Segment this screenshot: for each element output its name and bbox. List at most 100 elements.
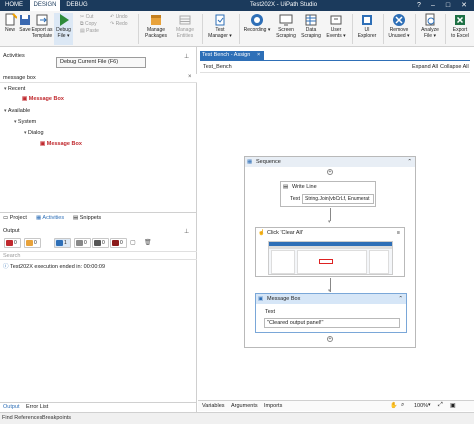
analyze-file-icon [425, 13, 435, 26]
tab-project[interactable]: ▭ Project [3, 215, 27, 221]
undo-button[interactable]: ↶ Undo [110, 14, 128, 20]
analyze-file-button[interactable]: Analyze File ▾ [418, 13, 442, 39]
errors-filter[interactable]: 0 [4, 238, 21, 248]
write-line-text-input[interactable]: String.Join(vbCrLf, Enumerat [302, 194, 374, 204]
fatal-icon [112, 240, 119, 246]
tab-design[interactable]: DESIGN [30, 0, 60, 11]
export-excel-button[interactable]: Export to Excel [447, 13, 473, 39]
verbose-filter[interactable]: 0 [92, 238, 109, 248]
minimize-button[interactable]: – [426, 0, 440, 11]
tab-variables[interactable]: Variables [202, 403, 225, 409]
collapse-icon[interactable]: ⌃ [398, 294, 403, 304]
paste-button[interactable]: ▤ Paste [80, 28, 99, 34]
output-search-input[interactable]: Search [3, 253, 20, 259]
help-icon[interactable]: ? [412, 0, 426, 11]
tree-dialog-message-box[interactable]: ▣ Message Box [40, 141, 82, 147]
screenshot-target-highlight [319, 259, 333, 264]
output-search[interactable]: Search [0, 251, 197, 260]
manage-packages-button[interactable]: Manage Packages [141, 13, 171, 39]
screen-scraping-icon [279, 14, 293, 26]
maximize-button[interactable]: □ [441, 0, 455, 11]
cut-label: Cut [85, 14, 94, 20]
tab-imports[interactable]: Imports [264, 403, 282, 409]
message-box-text-input[interactable]: "Cleared output panel!" [264, 318, 400, 328]
warnings-filter[interactable]: 0 [24, 238, 41, 248]
click-activity[interactable]: ☝ Click 'Clear All' ≡ [255, 227, 405, 277]
close-button[interactable]: ✕ [457, 0, 471, 11]
pan-hand-icon[interactable]: ✋ [390, 402, 397, 409]
tab-snippets[interactable]: ▤ Snippets [73, 215, 101, 221]
tab-output[interactable]: Output [3, 404, 20, 410]
clear-all-icon[interactable]: 🗑 [144, 239, 152, 246]
clear-search-icon[interactable]: × [188, 74, 192, 80]
document-tab[interactable]: Test Bench - Assign × [200, 51, 264, 60]
tree-recent-message-box[interactable]: ▣ Message Box [22, 96, 64, 102]
log-line[interactable]: ⓘ Test202X execution ended in: 00:00:09 [3, 262, 105, 270]
debug-file-button[interactable]: Debug File ▾ [54, 13, 73, 45]
screenshot-ribbon [269, 246, 392, 249]
info-filter[interactable]: 1 [54, 238, 71, 248]
menu-icon[interactable]: ≡ [397, 228, 400, 238]
message-box-activity[interactable]: ▣ Message Box ⌃ Text "Cleared output pan… [255, 293, 407, 333]
add-activity-icon[interactable]: + [327, 336, 333, 342]
arrow-down-icon: ▾ [328, 219, 331, 225]
panel-tabs: ▭ Project ▦ Activities ▤ Snippets [0, 212, 197, 222]
zoom-level[interactable]: 100% [414, 403, 428, 409]
overview-icon[interactable]: ▣ [450, 402, 456, 409]
user-events-icon [330, 15, 342, 25]
copy-button[interactable]: ⧉ Copy [80, 21, 97, 27]
tab-home[interactable]: HOME [0, 0, 28, 11]
ribbon-separator [202, 14, 203, 44]
collapse-all-button[interactable]: Collapse All [440, 64, 469, 70]
open-logs-icon[interactable]: ▢ [130, 239, 136, 246]
packages-icon [151, 15, 161, 25]
close-tab-icon[interactable]: × [257, 51, 260, 60]
remove-unused-button[interactable]: Remove Unused ▾ [386, 13, 412, 39]
trace-filter[interactable]: 0 [74, 238, 91, 248]
manage-entities-label-2: Entities [176, 32, 194, 39]
recording-button[interactable]: Recording ▾ [242, 13, 272, 34]
save-button[interactable]: Save [18, 13, 32, 34]
debug-file-label-2: File ▾ [57, 32, 70, 39]
tree-dialog[interactable]: ▾ Dialog [24, 130, 44, 136]
manage-entities-button[interactable]: Manage Entities [172, 13, 198, 39]
data-scraping-button[interactable]: Data Scraping [299, 13, 323, 39]
fit-screen-icon[interactable]: ⤢ [438, 402, 443, 409]
save-icon [20, 15, 30, 25]
tab-error-list[interactable]: Error List [26, 404, 48, 410]
activities-search[interactable]: message box × [0, 74, 197, 83]
write-line-activity[interactable]: ▤ Write Line Text String.Join(vbCrLf, En… [280, 181, 376, 207]
verbose-icon [94, 240, 101, 246]
test-manager-button[interactable]: Test Manager ▾ [205, 13, 235, 39]
tree-system[interactable]: ▾ System [14, 119, 36, 125]
zoom-search-icon[interactable]: ⌕ [401, 402, 404, 409]
add-activity-icon[interactable]: + [327, 169, 333, 175]
tree-available[interactable]: ▾ Available [4, 108, 30, 114]
export-template-button[interactable]: Export as Template [31, 13, 53, 39]
expand-all-button[interactable]: Expand All [412, 64, 438, 70]
collapse-icon[interactable]: ⌃ [407, 157, 412, 167]
target-screenshot [268, 241, 393, 275]
tab-breakpoints[interactable]: Breakpoints [42, 415, 71, 421]
new-button[interactable]: New [2, 13, 18, 34]
tab-debug[interactable]: DEBUG [62, 0, 92, 11]
fatal-filter[interactable]: 0 [110, 238, 127, 248]
ui-explorer-button[interactable]: UI Explorer [355, 13, 379, 39]
activities-search-input[interactable]: message box [3, 75, 36, 81]
breadcrumb[interactable]: Test_Bench [203, 64, 232, 70]
write-line-text-label: Text [290, 196, 301, 202]
tab-find-references[interactable]: Find References [2, 415, 42, 421]
user-events-button[interactable]: User Events ▾ [324, 13, 348, 39]
tree-system-label: System [17, 119, 37, 125]
cut-button[interactable]: ✂ Cut [80, 14, 93, 20]
zoom-dropdown-icon[interactable]: ▾ [428, 402, 431, 408]
pin-icon[interactable]: ⊥ [184, 228, 189, 235]
tab-activities[interactable]: ▦ Activities [36, 215, 64, 221]
ribbon: New Save Export as Template Debug File ▾… [0, 11, 474, 47]
tree-recent[interactable]: ▾ Recent [4, 86, 25, 92]
redo-button[interactable]: ↷ Redo [110, 21, 128, 27]
tree-recent-label: Recent [7, 86, 26, 92]
screen-scraping-button[interactable]: Screen Scraping [274, 13, 298, 39]
tab-arguments[interactable]: Arguments [231, 403, 258, 409]
pin-icon[interactable]: ⊥ [184, 53, 189, 60]
